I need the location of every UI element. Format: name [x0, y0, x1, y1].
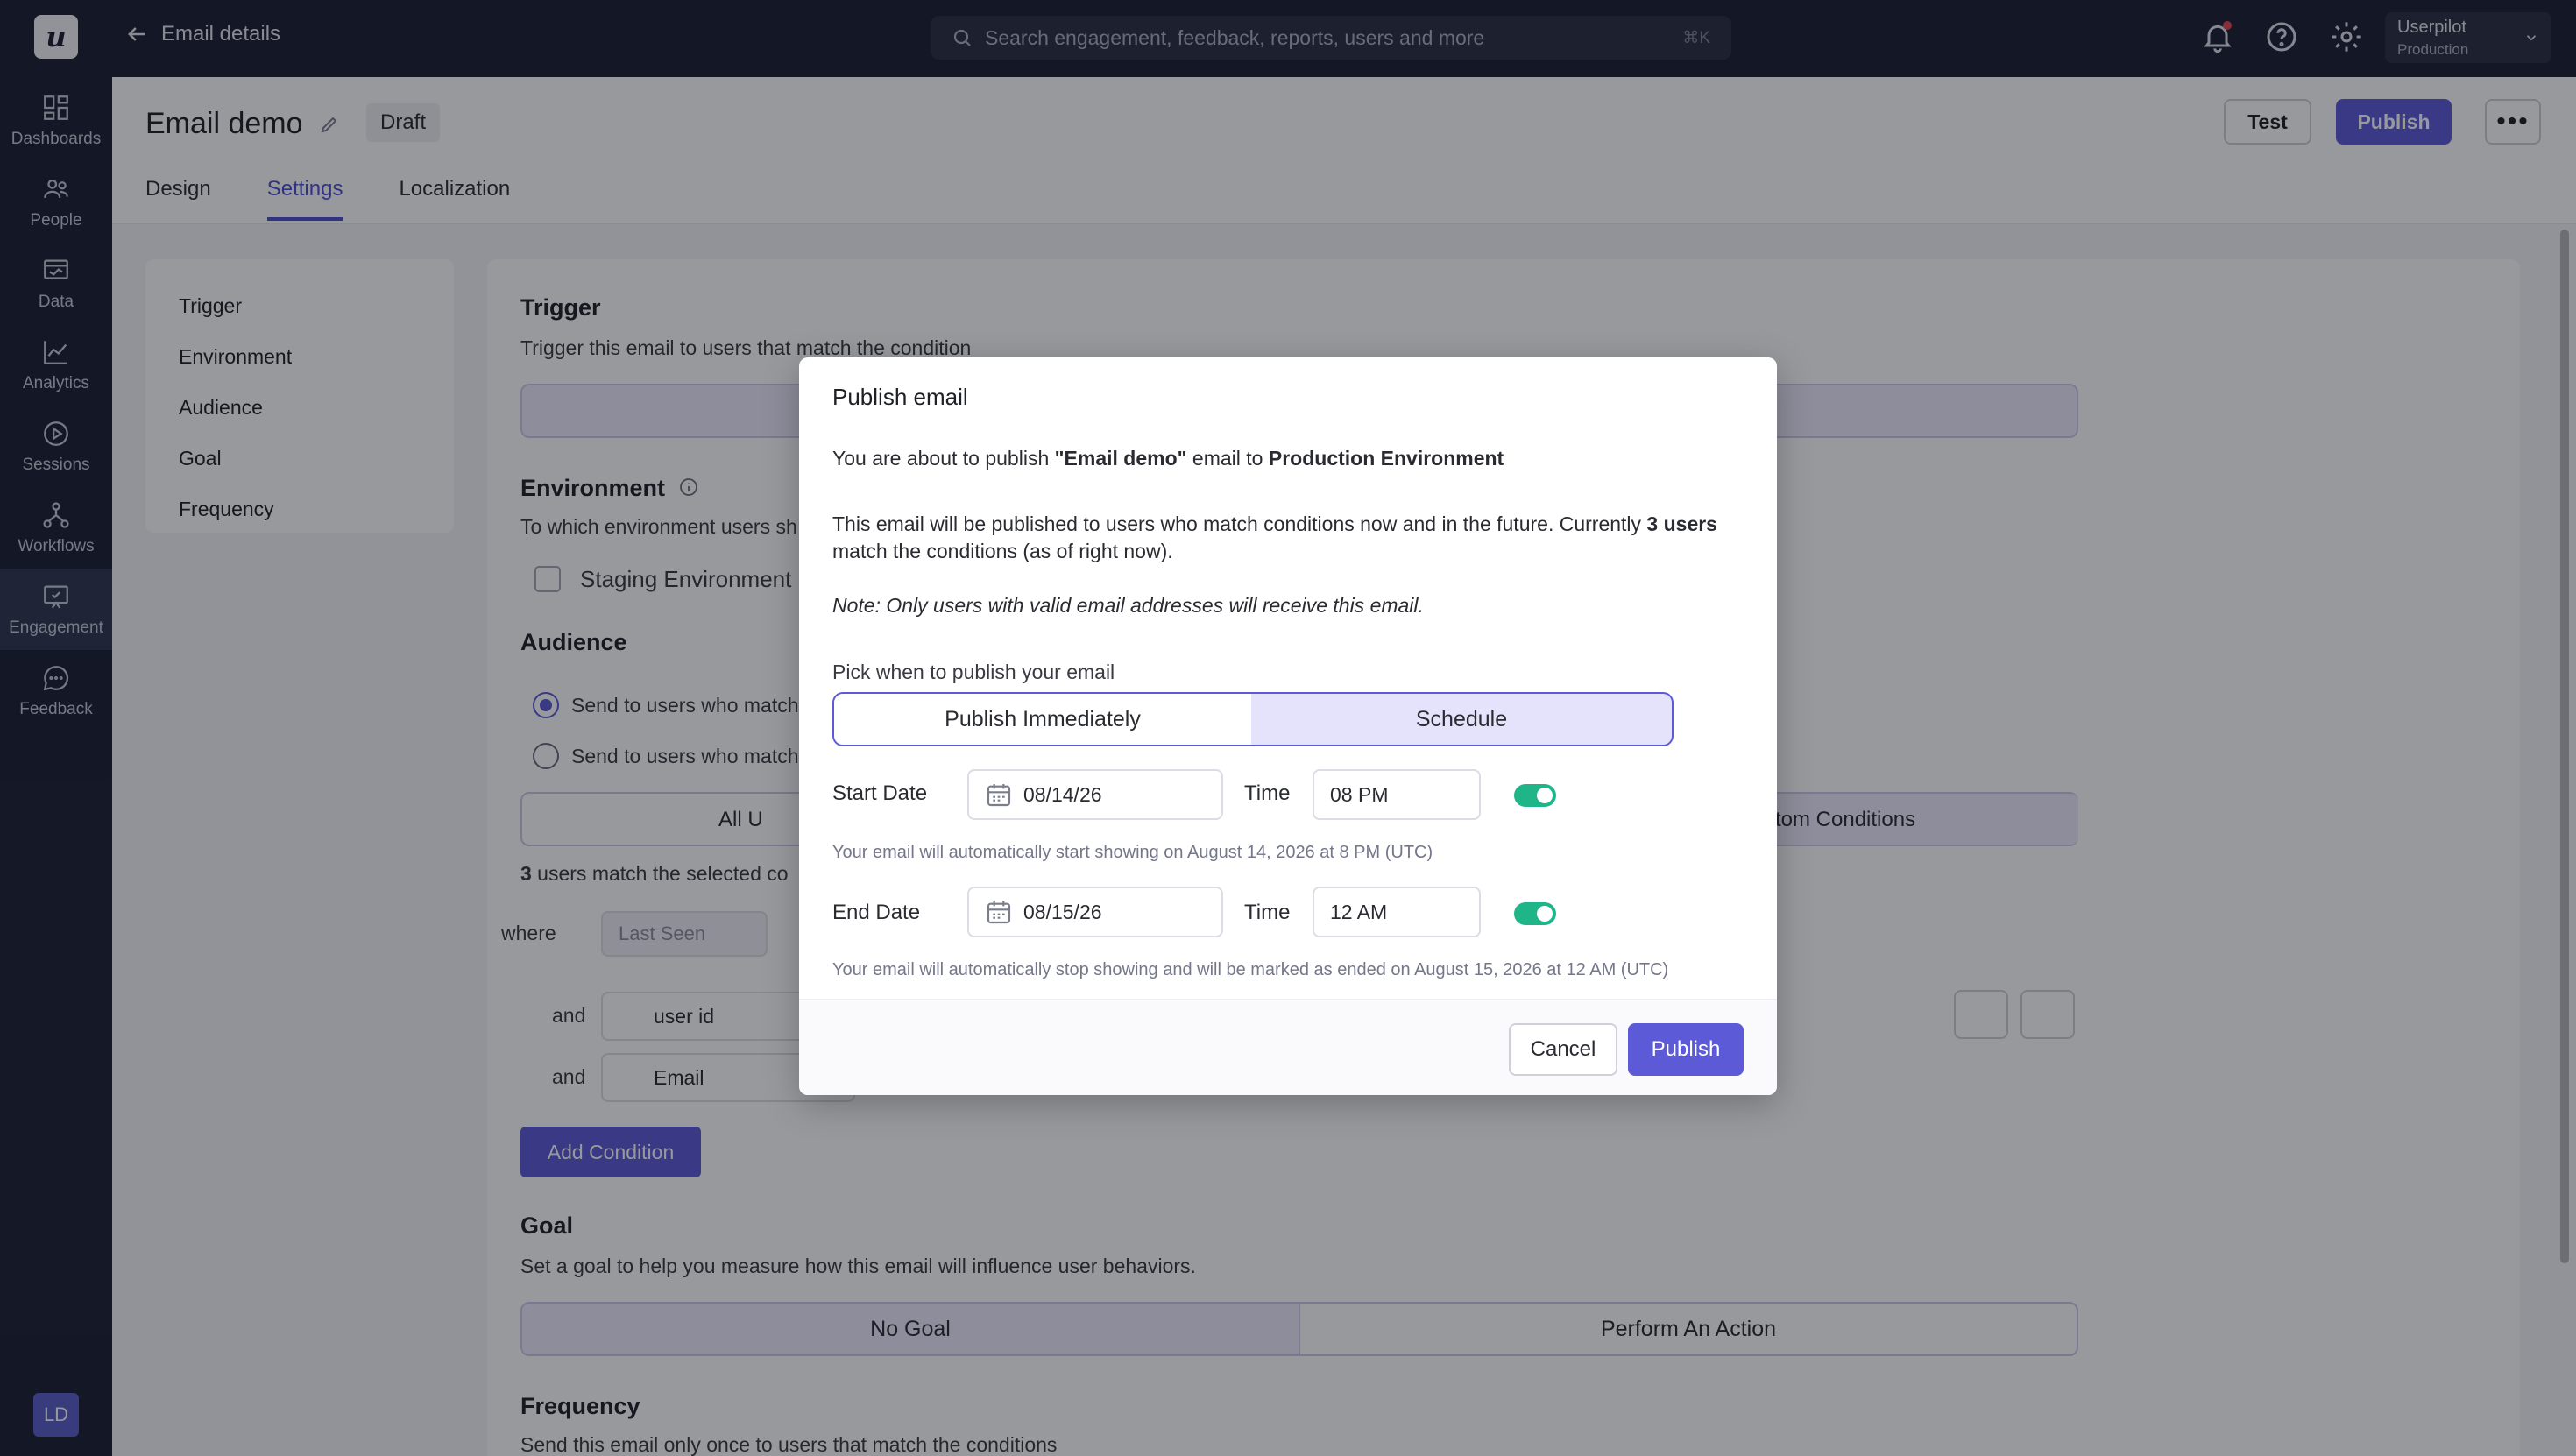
start-time-label: Time [1244, 781, 1291, 805]
dialog-footer: Cancel Publish [799, 999, 1777, 1095]
publish-immediately-option[interactable]: Publish Immediately [832, 692, 1253, 746]
start-date-hint: Your email will automatically start show… [832, 843, 1433, 862]
intro-email-name: "Email demo" [1054, 447, 1187, 470]
publish-button[interactable]: Publish [1628, 1023, 1744, 1076]
body-pre: This email will be published to users wh… [832, 512, 1647, 535]
dialog-note: Note: Only users with valid email addres… [832, 594, 1424, 617]
dialog-body: This email will be published to users wh… [832, 511, 1744, 565]
end-time-input[interactable]: 12 AM [1313, 887, 1481, 937]
end-time-label: Time [1244, 901, 1291, 924]
end-date-label: End Date [832, 901, 921, 924]
body-user-count: 3 users [1646, 512, 1717, 535]
app-root: u Dashboards People Data Analytics Sessi… [0, 0, 2576, 1456]
publish-timing-label: Pick when to publish your email [832, 661, 1115, 683]
end-date-value: 08/15/26 [1023, 900, 1102, 923]
start-time-value: 08 PM [1330, 782, 1389, 806]
scrollbar[interactable] [2560, 230, 2569, 1263]
publish-email-dialog: Publish email You are about to publish "… [799, 357, 1777, 1095]
intro-mid: email to [1186, 447, 1269, 470]
end-date-hint: Your email will automatically stop showi… [832, 960, 1669, 979]
calendar-icon [987, 901, 1011, 924]
calendar-icon [987, 784, 1011, 807]
intro-environment: Production Environment [1268, 447, 1504, 470]
body-post: match the conditions (as of right now). [832, 540, 1173, 562]
start-date-toggle[interactable] [1514, 784, 1556, 807]
schedule-option[interactable]: Schedule [1251, 692, 1674, 746]
end-date-input[interactable]: 08/15/26 [967, 887, 1223, 937]
cancel-button[interactable]: Cancel [1509, 1023, 1617, 1076]
start-date-label: Start Date [832, 781, 928, 805]
dialog-intro: You are about to publish "Email demo" em… [832, 445, 1744, 472]
end-date-toggle[interactable] [1514, 902, 1556, 925]
intro-pre: You are about to publish [832, 447, 1055, 470]
end-time-value: 12 AM [1330, 900, 1388, 923]
start-time-input[interactable]: 08 PM [1313, 769, 1481, 820]
start-date-value: 08/14/26 [1023, 782, 1102, 806]
start-date-input[interactable]: 08/14/26 [967, 769, 1223, 820]
dialog-title: Publish email [832, 384, 968, 410]
